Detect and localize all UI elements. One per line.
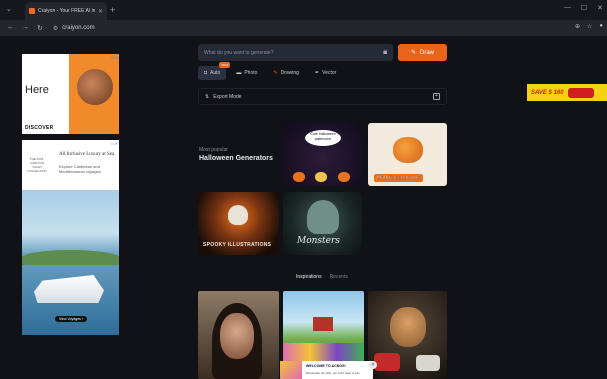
- promo-subtitle: Reconsider the 10th, you won't have to p…: [306, 371, 360, 375]
- ad-yacht-image: [22, 190, 119, 335]
- generator-card-cute-halloween[interactable]: Cute Halloween watercolor: [283, 123, 362, 186]
- promo-close-icon[interactable]: ×: [369, 361, 377, 369]
- adchoices-icon[interactable]: ▷✕: [112, 55, 118, 60]
- pen-tool-icon: ✒: [314, 70, 320, 76]
- pumpkin-art: [315, 172, 327, 182]
- close-window-icon[interactable]: ✕: [597, 4, 603, 12]
- generator-card-halloween-icons[interactable]: Halloween Icons: [368, 123, 447, 186]
- ad-yacht-cta-button[interactable]: View Voyages ›: [55, 316, 88, 322]
- ad-save-text: SAVE $ 160: [531, 89, 564, 96]
- brush-icon: ✎: [410, 50, 416, 56]
- tab-title: Craiyon - Your FREE AI image g...: [38, 8, 95, 14]
- adchoices-icon[interactable]: ▷✕: [112, 141, 118, 146]
- mode-tab-label: Drawing: [280, 70, 299, 76]
- photo-icon: ▬: [236, 70, 242, 76]
- profile-icon[interactable]: ●: [599, 23, 603, 30]
- site-info-icon[interactable]: ⚙: [53, 25, 58, 32]
- url-text: craiyon.com: [62, 25, 95, 31]
- drum-art: [374, 353, 400, 371]
- page-content: Here DISCOVER ▷✕ THE RITZ-CARLTON YACHT …: [0, 36, 607, 379]
- card-label: Halloween Icons: [374, 174, 424, 182]
- address-bar: ← → ↻ ⚙ craiyon.com ⊕ ☆ ●: [0, 20, 607, 36]
- pencil-icon: ✎: [273, 70, 278, 76]
- image-upload-icon[interactable]: ◙: [383, 50, 387, 56]
- ad-banner-right[interactable]: SAVE $ 160: [527, 84, 607, 101]
- monster-art: [307, 200, 339, 234]
- export-mode-toggle[interactable]: ⇅ Export Mode +: [198, 88, 447, 105]
- mode-tab-photo[interactable]: ▬ Photo: [230, 66, 263, 80]
- maximize-icon[interactable]: ☐: [581, 4, 587, 12]
- inspiration-image-portrait[interactable]: [198, 291, 279, 379]
- generator-card-spooky-illustrations[interactable]: SPOOKY ILLUSTRATIONS: [198, 192, 279, 255]
- tab-recents[interactable]: Recents: [330, 274, 348, 280]
- mode-tab-auto[interactable]: ◘ Auto NEW: [198, 62, 231, 80]
- promo-image: [280, 361, 302, 379]
- barn-art: [313, 317, 333, 331]
- bookmark-star-icon[interactable]: ☆: [587, 23, 592, 30]
- minimize-icon[interactable]: —: [564, 4, 571, 12]
- card-label: Monsters: [297, 236, 340, 246]
- extensions-icon[interactable]: ⊕: [575, 23, 580, 30]
- pumpkin-art: [338, 172, 350, 182]
- forward-icon[interactable]: →: [22, 24, 29, 32]
- prompt-input[interactable]: What do you want to generate? ◙: [198, 44, 393, 61]
- ad-brand: DISCOVER: [25, 125, 54, 131]
- ad-photo-circle: [74, 66, 116, 108]
- popular-subheading: Most popular: [199, 147, 228, 153]
- back-icon[interactable]: ←: [7, 24, 14, 32]
- popular-heading: Most popular Halloween Generators: [199, 147, 273, 162]
- pumpkin-art: [393, 137, 423, 163]
- favicon-icon: [29, 8, 35, 14]
- ad-yacht-ship: [34, 275, 104, 303]
- mode-tab-label: Photo: [244, 70, 258, 76]
- ad-banner-discover[interactable]: Here DISCOVER ▷✕: [22, 54, 119, 134]
- card-label: SPOOKY ILLUSTRATIONS: [203, 242, 272, 248]
- skull-art: [228, 205, 248, 225]
- toolbar-icons: ⊕ ☆ ●: [575, 23, 603, 30]
- mode-tab-label: Vector: [322, 70, 337, 76]
- tab-close-icon[interactable]: ✕: [98, 8, 103, 15]
- export-mode-label: Export Mode: [213, 93, 242, 100]
- sort-arrows-icon: ⇅: [205, 93, 210, 100]
- ad-yacht-hill: [22, 250, 119, 265]
- mode-tab-vector[interactable]: ✒ Vector: [309, 66, 342, 80]
- portrait-face: [220, 313, 254, 359]
- popular-title: Halloween Generators: [199, 155, 273, 162]
- url-field[interactable]: ⚙ craiyon.com: [53, 25, 95, 32]
- promo-popup[interactable]: WELCOME TO ACNOS! Reconsider the 10th, y…: [280, 361, 373, 379]
- mode-tabs: ◘ Auto NEW ▬ Photo ✎ Drawing ✒ Vector: [198, 62, 342, 80]
- nav-buttons: ← → ↻: [0, 24, 43, 32]
- inspiration-image-cat-drummer[interactable]: [368, 291, 447, 379]
- browser-tab[interactable]: Craiyon - Your FREE AI image g... ✕: [25, 2, 107, 20]
- expand-plus-icon[interactable]: +: [433, 93, 440, 100]
- ad-yacht-header: THE RITZ-CARLTON YACHT COLLECTION All In…: [22, 140, 119, 190]
- mode-tab-label: Auto: [210, 70, 221, 76]
- new-badge: NEW: [219, 62, 231, 68]
- ad-yacht-subtitle: Explore Caribbean and Mediterranean voya…: [59, 164, 101, 174]
- card-label: Cute Halloween watercolor: [305, 130, 341, 146]
- window-controls: — ☐ ✕: [564, 4, 603, 12]
- draw-label: Draw: [420, 49, 435, 56]
- mode-tab-drawing[interactable]: ✎ Drawing: [267, 66, 305, 80]
- ad-yacht-headline: All Inclusive Luxury at Sea: [59, 152, 115, 157]
- ad-yacht-brand: THE RITZ-CARLTON YACHT COLLECTION: [27, 157, 47, 173]
- ad-headline: Here: [25, 84, 49, 96]
- auto-icon: ◘: [204, 70, 208, 76]
- ad-logo: [567, 87, 594, 98]
- drum-art: [416, 355, 440, 371]
- inspiration-tabs: Inspirations Recents: [296, 274, 348, 280]
- cat-art: [390, 307, 426, 347]
- new-tab-button[interactable]: +: [110, 5, 115, 15]
- pumpkin-art: [293, 172, 305, 182]
- tab-inspirations[interactable]: Inspirations: [296, 274, 322, 280]
- ad-banner-yacht[interactable]: THE RITZ-CARLTON YACHT COLLECTION All In…: [22, 140, 119, 335]
- tab-menu-icon[interactable]: ⌄: [6, 5, 12, 13]
- prompt-placeholder: What do you want to generate?: [204, 49, 274, 56]
- draw-button[interactable]: ✎ Draw: [398, 44, 447, 61]
- generator-card-monsters[interactable]: Monsters: [283, 192, 362, 255]
- promo-title: WELCOME TO ACNOS!: [306, 364, 346, 368]
- reload-icon[interactable]: ↻: [37, 24, 43, 32]
